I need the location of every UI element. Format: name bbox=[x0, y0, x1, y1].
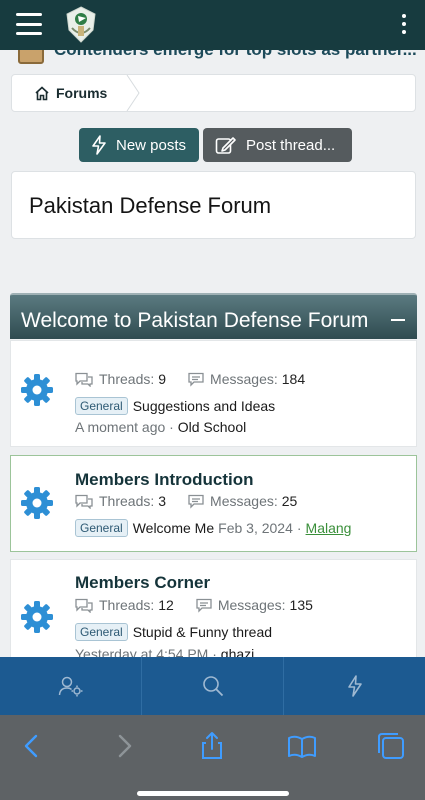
bolt-icon bbox=[92, 135, 106, 155]
messages-icon bbox=[188, 372, 204, 387]
threads-count: 3 bbox=[158, 493, 167, 509]
search-button[interactable] bbox=[142, 657, 284, 715]
whats-new-button[interactable] bbox=[284, 657, 425, 715]
browser-toolbar bbox=[0, 715, 425, 800]
home-indicator[interactable] bbox=[137, 791, 289, 796]
messages-icon bbox=[188, 494, 204, 509]
latest-thread[interactable]: General Suggestions and Ideas bbox=[75, 397, 275, 415]
share-icon[interactable] bbox=[197, 731, 227, 761]
edit-icon bbox=[215, 137, 236, 154]
threads-label: Threads: bbox=[99, 371, 155, 387]
threads-icon bbox=[75, 494, 93, 509]
latest-thread[interactable]: General Stupid & Funny thread bbox=[75, 623, 272, 641]
tabs-icon[interactable] bbox=[376, 731, 406, 761]
latest-user[interactable]: Malang bbox=[306, 520, 352, 536]
threads-icon bbox=[75, 372, 93, 387]
forum-stats: Threads: 3 Messages: 25 bbox=[75, 493, 297, 509]
forum-stats: Threads: 12 Messages: 135 bbox=[75, 597, 313, 613]
forum-node-suggestions[interactable]: Threads: 9 Messages: 184 General Suggest… bbox=[10, 340, 417, 447]
breadcrumb: Forums bbox=[11, 74, 416, 112]
messages-count: 25 bbox=[281, 493, 298, 509]
latest-thread-title[interactable]: Suggestions and Ideas bbox=[133, 398, 275, 414]
account-button[interactable] bbox=[0, 657, 142, 715]
breadcrumb-separator bbox=[126, 75, 140, 111]
messages-label: Messages: bbox=[210, 371, 278, 387]
category-title: Welcome to Pakistan Defense Forum bbox=[21, 309, 369, 332]
forum-stats: Threads: 9 Messages: 184 bbox=[75, 371, 305, 387]
messages-icon bbox=[196, 598, 212, 613]
forum-node-members-introduction[interactable]: Members Introduction Threads: 3 Messages… bbox=[10, 455, 417, 552]
bottom-navigation bbox=[0, 657, 425, 715]
latest-thread-title[interactable]: Welcome Me bbox=[133, 520, 214, 536]
forum-title[interactable]: Members Introduction bbox=[75, 470, 254, 490]
breadcrumb-forums[interactable]: Forums bbox=[12, 75, 136, 111]
threads-label: Threads: bbox=[99, 597, 155, 613]
more-vertical-icon[interactable] bbox=[401, 14, 407, 34]
latest-meta: A moment ago · Old School bbox=[75, 419, 247, 435]
gear-icon bbox=[21, 487, 53, 519]
latest-date: A moment ago bbox=[75, 419, 166, 435]
post-thread-label: Post thread... bbox=[246, 136, 336, 154]
latest-date: Feb 3, 2024 bbox=[218, 520, 293, 536]
bolt-icon bbox=[347, 675, 362, 697]
forum-node-members-corner[interactable]: Members Corner Threads: 12 Messages: 135… bbox=[10, 559, 417, 669]
messages-count: 184 bbox=[281, 371, 306, 387]
bookmarks-icon[interactable] bbox=[287, 731, 317, 761]
threads-label: Threads: bbox=[99, 493, 155, 509]
prefix-tag[interactable]: General bbox=[75, 519, 128, 537]
prefix-tag[interactable]: General bbox=[75, 397, 128, 415]
breadcrumb-label: Forums bbox=[56, 85, 108, 101]
top-bar bbox=[0, 0, 425, 50]
latest-user[interactable]: Old School bbox=[178, 419, 246, 435]
home-icon bbox=[35, 85, 49, 100]
messages-count: 135 bbox=[289, 597, 313, 613]
menu-icon[interactable] bbox=[16, 13, 42, 35]
messages-label: Messages: bbox=[217, 597, 286, 613]
forum-title[interactable]: Members Corner bbox=[75, 573, 210, 593]
post-thread-button[interactable]: Post thread... bbox=[203, 128, 352, 162]
threads-count: 9 bbox=[158, 371, 167, 387]
forward-icon[interactable] bbox=[109, 731, 139, 761]
latest-thread[interactable]: General Welcome Me Feb 3, 2024 · Malang bbox=[75, 519, 351, 537]
search-icon bbox=[202, 676, 223, 697]
gear-icon bbox=[21, 374, 53, 406]
threads-count: 12 bbox=[158, 597, 174, 613]
page-title-box: Pakistan Defense Forum bbox=[11, 171, 416, 239]
new-posts-button[interactable]: New posts bbox=[79, 128, 199, 162]
new-posts-label: New posts bbox=[116, 136, 187, 154]
gear-icon bbox=[21, 601, 53, 633]
latest-thread-title[interactable]: Stupid & Funny thread bbox=[133, 624, 272, 640]
user-settings-icon bbox=[58, 676, 82, 697]
prefix-tag[interactable]: General bbox=[75, 623, 128, 641]
messages-label: Messages: bbox=[210, 493, 278, 509]
category-header[interactable]: Welcome to Pakistan Defense Forum bbox=[10, 293, 417, 339]
threads-icon bbox=[75, 598, 93, 613]
collapse-icon[interactable] bbox=[391, 319, 405, 321]
back-icon[interactable] bbox=[17, 731, 47, 761]
page-title: Pakistan Defense Forum bbox=[29, 193, 272, 218]
logo-emblem[interactable] bbox=[60, 4, 102, 46]
